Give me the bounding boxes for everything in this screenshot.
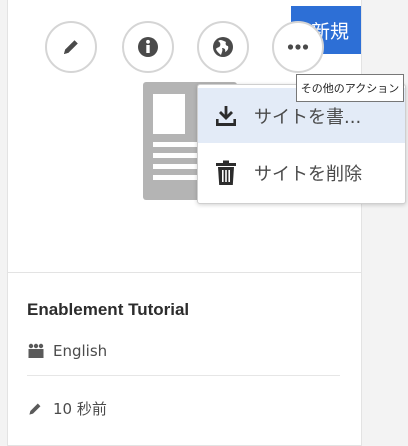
site-language: English <box>27 342 107 360</box>
publish-button[interactable] <box>197 21 249 73</box>
ellipsis-icon <box>287 43 309 51</box>
people-icon <box>27 343 53 359</box>
globe-icon <box>212 36 234 58</box>
more-actions-tooltip: その他のアクション <box>296 74 404 102</box>
properties-button[interactable] <box>122 21 174 73</box>
modified-label: 10 秒前 <box>53 400 107 418</box>
trash-icon <box>198 160 254 186</box>
menu-item-delete-site[interactable]: サイトを削除 <box>198 145 405 200</box>
info-icon <box>137 36 159 58</box>
menu-item-label: サイトを削除 <box>254 163 362 185</box>
site-modified: 10 秒前 <box>27 398 107 419</box>
download-icon <box>198 104 254 128</box>
card-divider <box>7 272 362 273</box>
pencil-icon <box>27 401 53 417</box>
meta-divider <box>27 375 340 376</box>
pencil-icon <box>61 37 81 57</box>
tooltip-text: その他のアクション <box>300 82 400 95</box>
edit-button[interactable] <box>45 21 97 73</box>
menu-item-label: サイトを書... <box>254 106 362 128</box>
more-actions-menu: サイトを書... サイトを削除 <box>197 84 406 204</box>
more-actions-button[interactable] <box>272 21 324 73</box>
site-title: Enablement Tutorial <box>27 300 190 319</box>
language-label: English <box>53 342 108 360</box>
